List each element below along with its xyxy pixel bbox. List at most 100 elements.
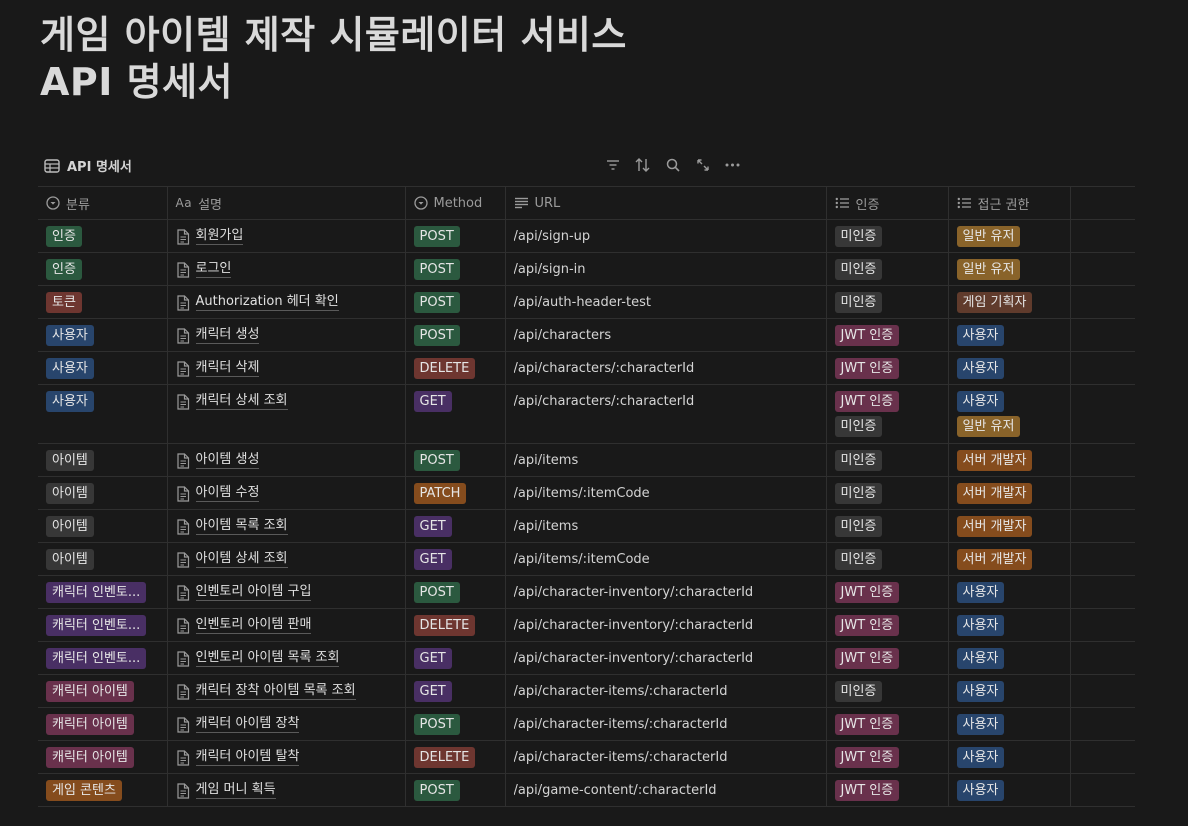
row-title-link[interactable]: 캐릭터 장착 아이템 목록 조회 — [195, 683, 356, 700]
category-tag[interactable]: 캐릭터 인벤토... — [46, 582, 147, 603]
url-cell[interactable]: /api/character-items/:characterId — [505, 674, 827, 708]
row-title-link[interactable]: 아이템 상세 조회 — [195, 551, 288, 568]
category-cell[interactable]: 사용자 — [38, 351, 168, 385]
access-tag[interactable]: 게임 기획자 — [956, 292, 1033, 313]
access-tag[interactable]: 사용자 — [956, 681, 1005, 702]
category-tag[interactable]: 인증 — [46, 226, 82, 247]
description-cell[interactable]: 인벤토리 아이템 구입 — [167, 575, 406, 609]
method-cell[interactable]: GET — [405, 509, 506, 543]
method-cell[interactable]: DELETE — [405, 608, 506, 642]
description-cell[interactable]: 아이템 목록 조회 — [167, 509, 406, 543]
search-icon[interactable] — [664, 156, 681, 173]
row-title-link[interactable]: 캐릭터 생성 — [195, 327, 260, 344]
database-view-tab[interactable]: API 명세서 — [44, 156, 132, 175]
description-cell[interactable]: 회원가입 — [167, 219, 406, 253]
method-cell[interactable]: DELETE — [405, 740, 506, 774]
url-cell[interactable]: /api/game-content/:characterId — [505, 773, 827, 807]
access-cell[interactable]: 사용자 — [948, 707, 1071, 741]
auth-cell[interactable]: JWT 인증 — [826, 773, 949, 807]
category-cell[interactable]: 아이템 — [38, 476, 168, 510]
method-cell[interactable]: POST — [405, 318, 506, 352]
description-cell[interactable]: 캐릭터 아이템 탈착 — [167, 740, 406, 774]
access-tag[interactable]: 사용자 — [956, 582, 1005, 603]
method-cell[interactable]: POST — [405, 575, 506, 609]
category-cell[interactable]: 인증 — [38, 219, 168, 253]
column-header-method[interactable]: Method — [405, 186, 506, 220]
url-cell[interactable]: /api/sign-in — [505, 252, 827, 286]
column-header-auth[interactable]: 인증 — [826, 186, 949, 220]
category-cell[interactable]: 사용자 — [38, 384, 168, 444]
auth-tag[interactable]: 미인증 — [834, 416, 883, 437]
method-tag[interactable]: GET — [413, 391, 452, 412]
row-title-link[interactable]: 캐릭터 삭제 — [195, 360, 260, 377]
url-cell[interactable]: /api/characters — [505, 318, 827, 352]
method-tag[interactable]: POST — [413, 714, 460, 735]
auth-tag[interactable]: 미인증 — [834, 483, 883, 504]
url-cell[interactable]: /api/items/:itemCode — [505, 542, 827, 576]
access-cell[interactable]: 사용자 — [948, 318, 1071, 352]
auth-cell[interactable]: 미인증 — [826, 443, 949, 477]
table-row[interactable]: 인증 회원가입 POST/api/sign-up 미인증 일반 유저 — [38, 219, 1135, 253]
url-cell[interactable]: /api/items/:itemCode — [505, 476, 827, 510]
category-cell[interactable]: 사용자 — [38, 318, 168, 352]
auth-cell[interactable]: JWT 인증 — [826, 707, 949, 741]
category-cell[interactable]: 아이템 — [38, 542, 168, 576]
url-cell[interactable]: /api/auth-header-test — [505, 285, 827, 319]
method-cell[interactable]: POST — [405, 443, 506, 477]
auth-tag[interactable]: 미인증 — [834, 450, 883, 471]
method-tag[interactable]: DELETE — [413, 747, 476, 768]
description-cell[interactable]: 아이템 수정 — [167, 476, 406, 510]
access-cell[interactable]: 서버 개발자 — [948, 509, 1071, 543]
row-title-link[interactable]: 아이템 목록 조회 — [195, 518, 288, 535]
table-row[interactable]: 아이템 아이템 생성 POST/api/items 미인증 서버 개발자 — [38, 443, 1135, 477]
auth-tag[interactable]: JWT 인증 — [834, 582, 900, 603]
auth-cell[interactable]: 미인증 — [826, 509, 949, 543]
table-row[interactable]: 사용자 캐릭터 생성 POST/api/characters JWT 인증 사용자 — [38, 318, 1135, 352]
access-cell[interactable]: 사용자 — [948, 674, 1071, 708]
column-header-description[interactable]: Aa 설명 — [167, 186, 406, 220]
category-tag[interactable]: 사용자 — [46, 358, 94, 379]
auth-tag[interactable]: 미인증 — [834, 549, 883, 570]
access-cell[interactable]: 서버 개발자 — [948, 542, 1071, 576]
access-tag[interactable]: 사용자 — [956, 615, 1005, 636]
category-tag[interactable]: 아이템 — [46, 450, 94, 471]
row-title-link[interactable]: 아이템 생성 — [195, 452, 260, 469]
auth-tag[interactable]: JWT 인증 — [834, 391, 900, 412]
category-tag[interactable]: 사용자 — [46, 391, 94, 412]
access-tag[interactable]: 일반 유저 — [956, 416, 1021, 437]
auth-cell[interactable]: JWT 인증 — [826, 608, 949, 642]
method-tag[interactable]: PATCH — [413, 483, 467, 504]
auth-tag[interactable]: 미인증 — [834, 681, 883, 702]
auth-cell[interactable]: JWT 인증 — [826, 740, 949, 774]
access-tag[interactable]: 서버 개발자 — [956, 450, 1033, 471]
auth-tag[interactable]: 미인증 — [834, 292, 883, 313]
column-header-url[interactable]: URL — [505, 186, 827, 220]
category-tag[interactable]: 아이템 — [46, 516, 94, 537]
category-tag[interactable]: 토큰 — [46, 292, 82, 313]
url-cell[interactable]: /api/characters/:characterId — [505, 351, 827, 385]
table-row[interactable]: 캐릭터 아이템 캐릭터 아이템 장착 POST/api/character-item… — [38, 707, 1135, 741]
access-tag[interactable]: 사용자 — [956, 780, 1005, 801]
auth-tag[interactable]: 미인증 — [834, 226, 883, 247]
url-cell[interactable]: /api/character-inventory/:characterId — [505, 608, 827, 642]
category-tag[interactable]: 캐릭터 아이템 — [46, 714, 134, 735]
row-title-link[interactable]: 회원가입 — [195, 228, 244, 245]
method-tag[interactable]: GET — [413, 549, 452, 570]
filter-icon[interactable] — [604, 156, 621, 173]
auth-cell[interactable]: 미인증 — [826, 219, 949, 253]
auth-tag[interactable]: JWT 인증 — [834, 325, 900, 346]
method-cell[interactable]: POST — [405, 773, 506, 807]
method-cell[interactable]: POST — [405, 219, 506, 253]
method-cell[interactable]: GET — [405, 641, 506, 675]
category-tag[interactable]: 아이템 — [46, 549, 94, 570]
category-cell[interactable]: 캐릭터 아이템 — [38, 674, 168, 708]
access-cell[interactable]: 사용자 — [948, 773, 1071, 807]
method-tag[interactable]: POST — [413, 780, 460, 801]
access-cell[interactable]: 일반 유저 — [948, 219, 1071, 253]
category-cell[interactable]: 아이템 — [38, 509, 168, 543]
description-cell[interactable]: 캐릭터 상세 조회 — [167, 384, 406, 444]
description-cell[interactable]: 아이템 생성 — [167, 443, 406, 477]
category-cell[interactable]: 캐릭터 인벤토... — [38, 641, 168, 675]
row-title-link[interactable]: 캐릭터 아이템 장착 — [195, 716, 300, 733]
access-tag[interactable]: 서버 개발자 — [956, 516, 1033, 537]
